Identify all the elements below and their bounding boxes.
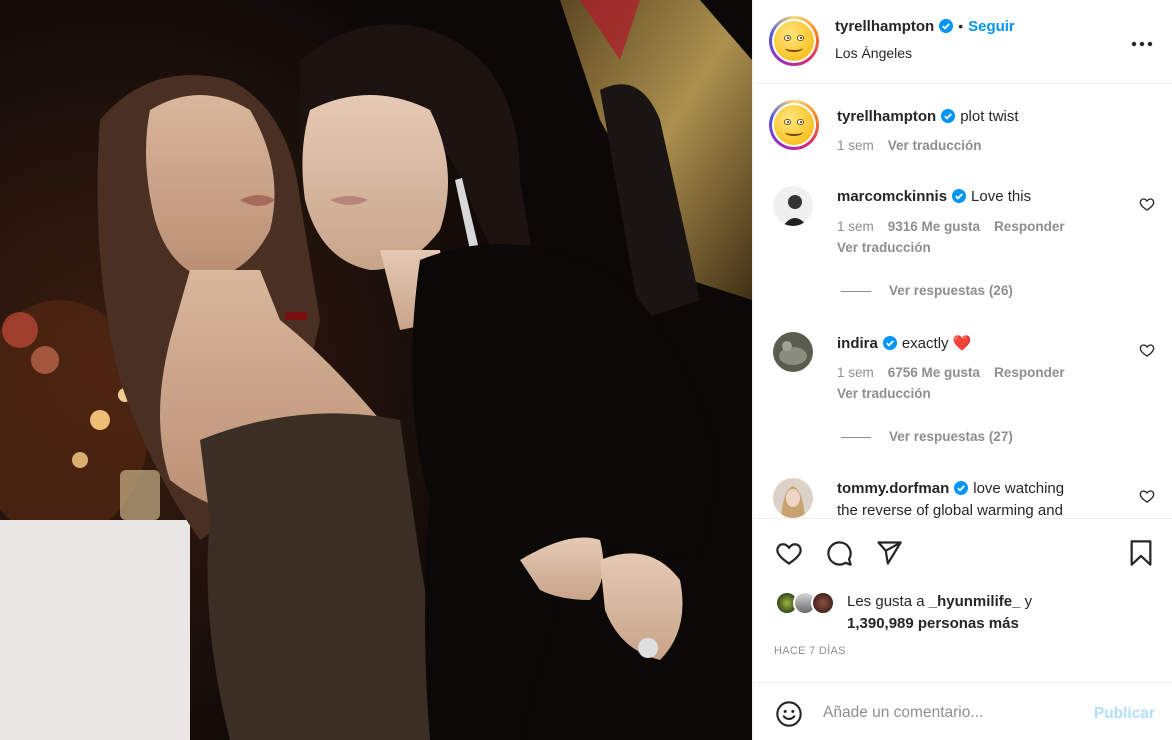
share-icon[interactable] [875, 539, 903, 567]
caption-avatar[interactable] [769, 100, 819, 150]
likes-prefix: Les gusta a [847, 593, 925, 610]
comment-icon[interactable] [825, 539, 853, 567]
replies-line [841, 436, 871, 438]
publish-button[interactable]: Publicar [1094, 705, 1155, 723]
comment-reply-button[interactable]: Responder [994, 365, 1065, 380]
comments-list[interactable]: tyrellhampton plot twist 1 sem Ver traducc… [753, 84, 1172, 518]
comment-username[interactable]: tommy.dorfman [837, 480, 949, 497]
comment-translate-link[interactable]: Ver traducción [837, 386, 931, 401]
smiley-avatar-icon [774, 21, 814, 61]
header-separator: • [958, 18, 964, 34]
comment-likes[interactable]: 6756 Me gusta [888, 365, 980, 380]
comment-reply-button[interactable]: Responder [994, 219, 1065, 234]
caption-username[interactable]: tyrellhampton [837, 108, 936, 125]
comment-time[interactable]: 1 sem [837, 219, 874, 234]
comment-text: exactly [901, 335, 949, 352]
heart-icon[interactable] [775, 539, 803, 567]
comment-input[interactable] [823, 697, 1073, 729]
likers-avatars[interactable] [775, 591, 845, 617]
comment-text: love watching [973, 480, 1065, 497]
verified-badge-icon [941, 109, 956, 123]
replies-line [841, 290, 871, 292]
instagram-post-modal: tyrellhampton • Seguir Los Ángeles tyrellh… [0, 0, 1172, 740]
add-comment-bar: Publicar [753, 682, 1172, 740]
author-avatar[interactable] [769, 16, 819, 66]
commenter-avatar[interactable] [773, 332, 813, 372]
post-side-panel: tyrellhampton • Seguir Los Ángeles tyrellh… [752, 0, 1172, 740]
post-time-ago[interactable]: HACE 7 DÍAS [774, 645, 846, 657]
emoji-icon[interactable] [775, 700, 803, 728]
caption-translate-link[interactable]: Ver traducción [888, 138, 982, 153]
verified-badge-icon [952, 189, 967, 203]
liker-username[interactable]: _hyunmilife_ [929, 593, 1021, 610]
photo-illustration [0, 0, 752, 740]
comment-time[interactable]: 1 sem [837, 365, 874, 380]
follow-button[interactable]: Seguir [968, 18, 1015, 35]
verified-badge-icon [882, 336, 897, 350]
smiley-avatar-icon [774, 105, 814, 145]
comment-like-heart-icon[interactable] [1139, 342, 1155, 358]
caption-text: plot twist [960, 108, 1019, 125]
bookmark-icon[interactable] [1127, 539, 1155, 567]
author-username[interactable]: tyrellhampton [835, 18, 934, 35]
post-header: tyrellhampton • Seguir Los Ángeles [753, 0, 1172, 84]
comment-username[interactable]: indira [837, 335, 878, 352]
caption-time[interactable]: 1 sem [837, 138, 874, 153]
comment-translate-link[interactable]: Ver traducción [837, 240, 931, 255]
view-replies-button[interactable]: Ver respuestas (27) [841, 429, 1013, 444]
view-replies-label: Ver respuestas (26) [889, 283, 1013, 298]
commenter-avatar[interactable] [773, 186, 813, 226]
post-photo[interactable] [0, 0, 752, 740]
verified-badge-icon [939, 19, 954, 33]
comment-like-heart-icon[interactable] [1139, 196, 1155, 212]
heart-emoji: ❤️ [952, 335, 972, 352]
comment-text: Love this [971, 188, 1032, 205]
comment-likes[interactable]: 9316 Me gusta [888, 219, 980, 234]
more-options-icon[interactable] [1131, 30, 1153, 53]
comment-username[interactable]: marcomckinnis [837, 188, 947, 205]
author-location[interactable]: Los Ángeles [835, 45, 912, 61]
likes-conjunction: y [1024, 593, 1033, 610]
comment-like-heart-icon[interactable] [1139, 488, 1155, 504]
likes-summary: Les gusta a _hyunmilife_ y 1,390,989 per… [847, 591, 1032, 635]
likes-count[interactable]: 1,390,989 personas más [847, 615, 1019, 632]
liker-avatar [811, 591, 835, 615]
view-replies-label: Ver respuestas (27) [889, 429, 1013, 444]
post-actions: Les gusta a _hyunmilife_ y 1,390,989 per… [753, 518, 1172, 682]
commenter-avatar[interactable] [773, 478, 813, 518]
view-replies-button[interactable]: Ver respuestas (26) [841, 283, 1013, 298]
comment-text-continued: the reverse of global warming and [837, 502, 1063, 518]
verified-badge-icon [954, 481, 969, 495]
